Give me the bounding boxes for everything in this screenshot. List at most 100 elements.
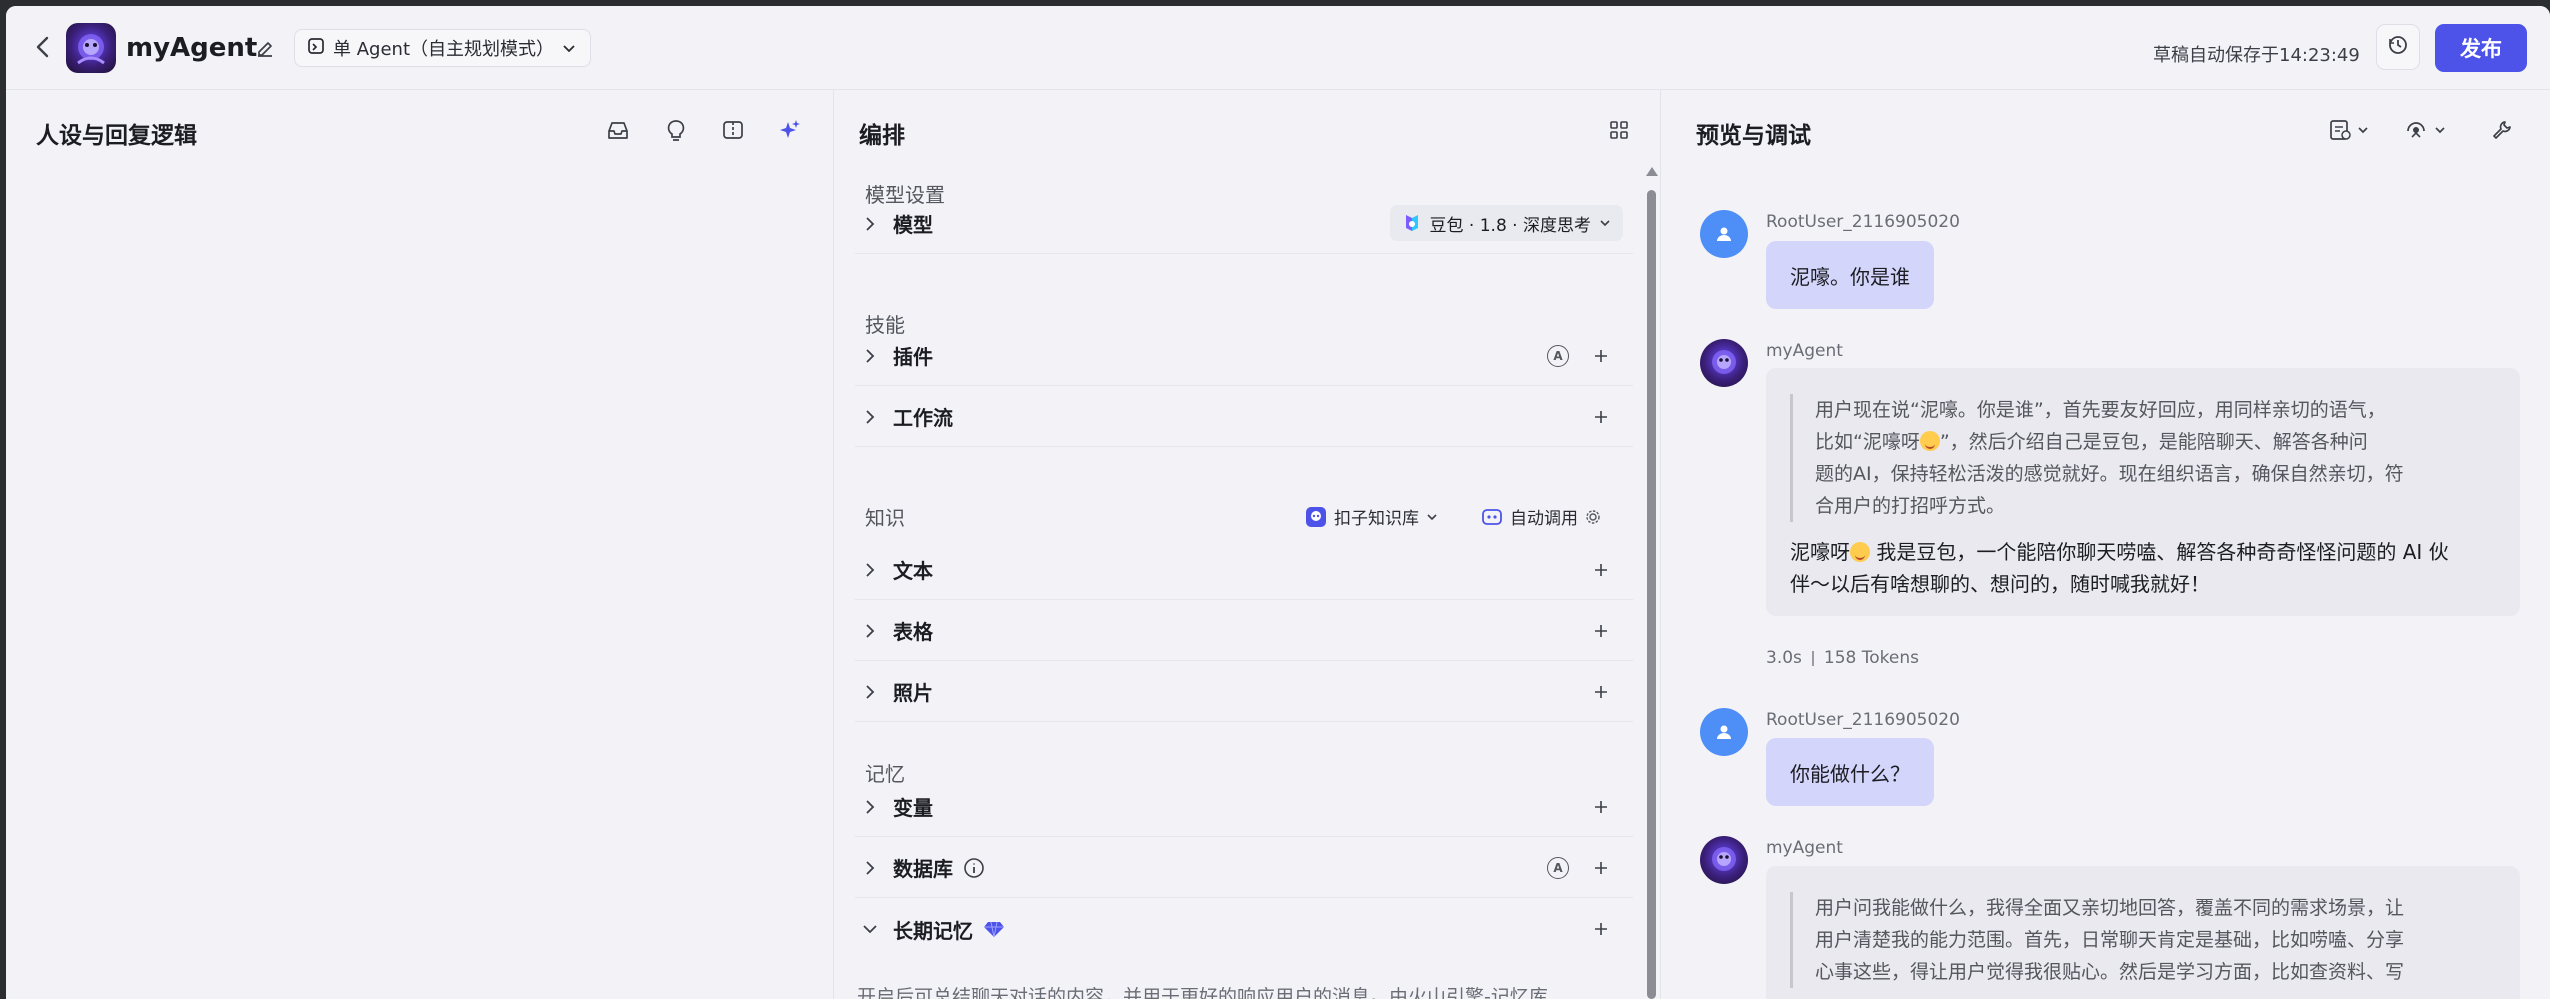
chevron-down-icon — [1427, 513, 1437, 520]
auto-mode-icon[interactable]: A — [1547, 345, 1569, 367]
variable-row[interactable]: 变量 — [855, 777, 1633, 837]
bot-avatar — [1700, 339, 1748, 387]
message-meta: 3.0s 158 Tokens — [1766, 648, 1919, 668]
auto-call-setting[interactable]: 自动调用 — [1481, 504, 1601, 529]
bulb-icon[interactable] — [662, 116, 690, 144]
user-message-bubble: 泥嚎。你是谁 — [1766, 241, 1934, 309]
plugins-row[interactable]: 插件 A — [855, 326, 1633, 386]
add-long-memory-button[interactable] — [1589, 917, 1613, 941]
reasoning-block: 用户现在说“泥嚎。你是谁”，首先要友好回应，用同样亲切的语气， 比如“泥嚎呀”，… — [1790, 394, 2404, 522]
reasoning-line: 比如“泥嚎呀 ”，然后介绍自己是豆包，是能陪聊天、解答各种问 — [1815, 431, 2368, 453]
workflow-row-label: 工作流 — [893, 406, 953, 430]
grid-icon[interactable] — [1605, 116, 1633, 144]
persona-title: 人设与回复逻辑 — [36, 123, 197, 149]
kb-logo-icon — [1306, 506, 1326, 527]
persona-panel: 人设与回复逻辑 — [6, 90, 834, 999]
bot-message-bubble: 用户问我能做什么，我得全面又亲切地回答，覆盖不同的需求场景，让 用户清楚我的能力… — [1766, 866, 2520, 999]
photo-row[interactable]: 照片 — [855, 662, 1633, 722]
message-sender: RootUser_2116905020 — [1766, 212, 1960, 232]
long-memory-row-label: 长期记忆 — [893, 918, 973, 943]
chevron-right-icon — [855, 209, 885, 239]
text-row-label: 文本 — [893, 559, 933, 583]
add-database-button[interactable] — [1589, 856, 1613, 880]
chevron-right-icon — [855, 853, 885, 883]
orchestration-title: 编排 — [859, 123, 905, 149]
split-icon[interactable] — [719, 116, 747, 144]
add-variable-button[interactable] — [1589, 795, 1613, 819]
user-avatar — [1700, 708, 1748, 756]
scroll-up-arrow[interactable] — [1646, 167, 1658, 176]
add-text-button[interactable] — [1589, 558, 1613, 582]
token-count: 158 Tokens — [1823, 648, 1919, 668]
variable-row-label: 变量 — [893, 796, 933, 820]
chevron-right-icon — [855, 616, 885, 646]
scrollbar-thumb[interactable] — [1647, 190, 1656, 999]
reasoning-line: 用户清楚我的能力范围。首先，日常聊天肯定是基础，比如唠嗑、分享 — [1815, 929, 2405, 951]
inbox-icon[interactable] — [604, 116, 632, 144]
model-select[interactable]: 豆包 · 1.8 · 深度思考 — [1389, 205, 1623, 241]
agent-name: myAgent — [126, 33, 258, 63]
text-row[interactable]: 文本 — [855, 540, 1633, 600]
kb-select-label: 扣子知识库 — [1334, 509, 1419, 529]
mode-label: 单 Agent（自主规划模式） — [333, 39, 555, 60]
auto-mode-icon[interactable]: A — [1547, 857, 1569, 879]
chat-export-icon[interactable] — [2326, 116, 2376, 144]
sparkle-icon[interactable] — [776, 116, 804, 144]
bot-avatar — [1700, 836, 1748, 884]
top-header: myAgent 单 Agent（自主规划模式） 草稿自动保存于14:23:49 … — [6, 6, 2550, 90]
back-icon[interactable] — [28, 32, 58, 62]
user-icon — [1717, 725, 1731, 739]
debug-icon[interactable] — [2402, 116, 2452, 144]
model-row-label: 模型 — [893, 213, 933, 237]
user-avatar — [1700, 210, 1748, 258]
mode-icon — [307, 37, 325, 60]
chevron-right-icon — [855, 402, 885, 432]
answer-line: 伴～以后有啥想聊的、想问的，随时喊我就好！ — [1790, 572, 2210, 596]
history-button[interactable] — [2376, 24, 2420, 70]
model-row[interactable]: 模型 豆包 · 1.8 · 深度思考 — [855, 194, 1633, 254]
add-table-button[interactable] — [1589, 619, 1613, 643]
message-sender: myAgent — [1766, 838, 1843, 858]
chevron-right-icon — [855, 341, 885, 371]
reasoning-line: 合用户的打招呼方式。 — [1815, 495, 2006, 517]
edit-icon[interactable] — [252, 36, 278, 62]
database-row[interactable]: 数据库 A — [855, 838, 1633, 898]
reasoning-line: 用户现在说“泥嚎。你是谁”，首先要友好回应，用同样亲切的语气， — [1815, 399, 2386, 421]
table-row[interactable]: 表格 — [855, 601, 1633, 661]
robot-icon — [1482, 508, 1502, 525]
reasoning-line: 心事这些，得让用户觉得我很贴心。然后是学习方面，比如查资料、写 — [1815, 961, 2405, 983]
publish-button[interactable]: 发布 — [2435, 24, 2527, 72]
meta-separator — [1811, 650, 1814, 666]
user-icon — [1717, 227, 1731, 241]
message-sender: myAgent — [1766, 341, 1843, 361]
doubao-logo-icon — [1405, 215, 1418, 231]
grin-emoji-icon — [1919, 431, 1940, 451]
reasoning-line: 用户问我能做什么，我得全面又亲切地回答，覆盖不同的需求场景，让 — [1815, 897, 2405, 919]
chevron-down-icon — [1600, 220, 1610, 227]
chevron-right-icon — [855, 555, 885, 585]
reasoning-block: 用户问我能做什么，我得全面又亲切地回答，覆盖不同的需求场景，让 用户清楚我的能力… — [1790, 892, 2404, 988]
preview-title: 预览与调试 — [1696, 123, 1811, 149]
history-icon — [2387, 34, 2409, 60]
message-sender: RootUser_2116905020 — [1766, 710, 1960, 730]
agent-mode-select[interactable]: 单 Agent（自主规划模式） — [294, 29, 592, 67]
save-status: 草稿自动保存于14:23:49 — [2153, 45, 2360, 66]
workflow-row[interactable]: 工作流 — [855, 387, 1633, 447]
add-photo-button[interactable] — [1589, 680, 1613, 704]
long-memory-row[interactable]: 长期记忆 — [855, 899, 1633, 959]
kb-select[interactable]: 扣子知识库 — [1305, 504, 1438, 529]
agent-avatar — [66, 23, 116, 73]
app-window: myAgent 单 Agent（自主规划模式） 草稿自动保存于14:23:49 … — [6, 6, 2550, 999]
add-plugin-button[interactable] — [1589, 344, 1613, 368]
answer-text: 泥嚎呀 我是豆包，一个能陪你聊天唠嗑、解答各种奇奇怪怪问题的 AI 伙 伴～以后… — [1790, 536, 2449, 600]
response-time: 3.0s — [1766, 648, 1802, 668]
long-memory-description: 开启后可总结聊天对话的内容，并用于更好的响应用户的消息。由火山引擎-记忆库 — [857, 986, 1548, 999]
auto-call-label: 自动调用 — [1510, 509, 1578, 529]
bot-message-bubble: 用户现在说“泥嚎。你是谁”，首先要友好回应，用同样亲切的语气， 比如“泥嚎呀”，… — [1766, 368, 2520, 616]
table-row-label: 表格 — [893, 620, 933, 644]
diamond-icon — [983, 920, 1005, 938]
add-workflow-button[interactable] — [1589, 405, 1613, 429]
wrench-icon[interactable] — [2488, 116, 2516, 144]
chevron-down-icon — [855, 914, 885, 944]
info-icon[interactable] — [963, 857, 985, 879]
